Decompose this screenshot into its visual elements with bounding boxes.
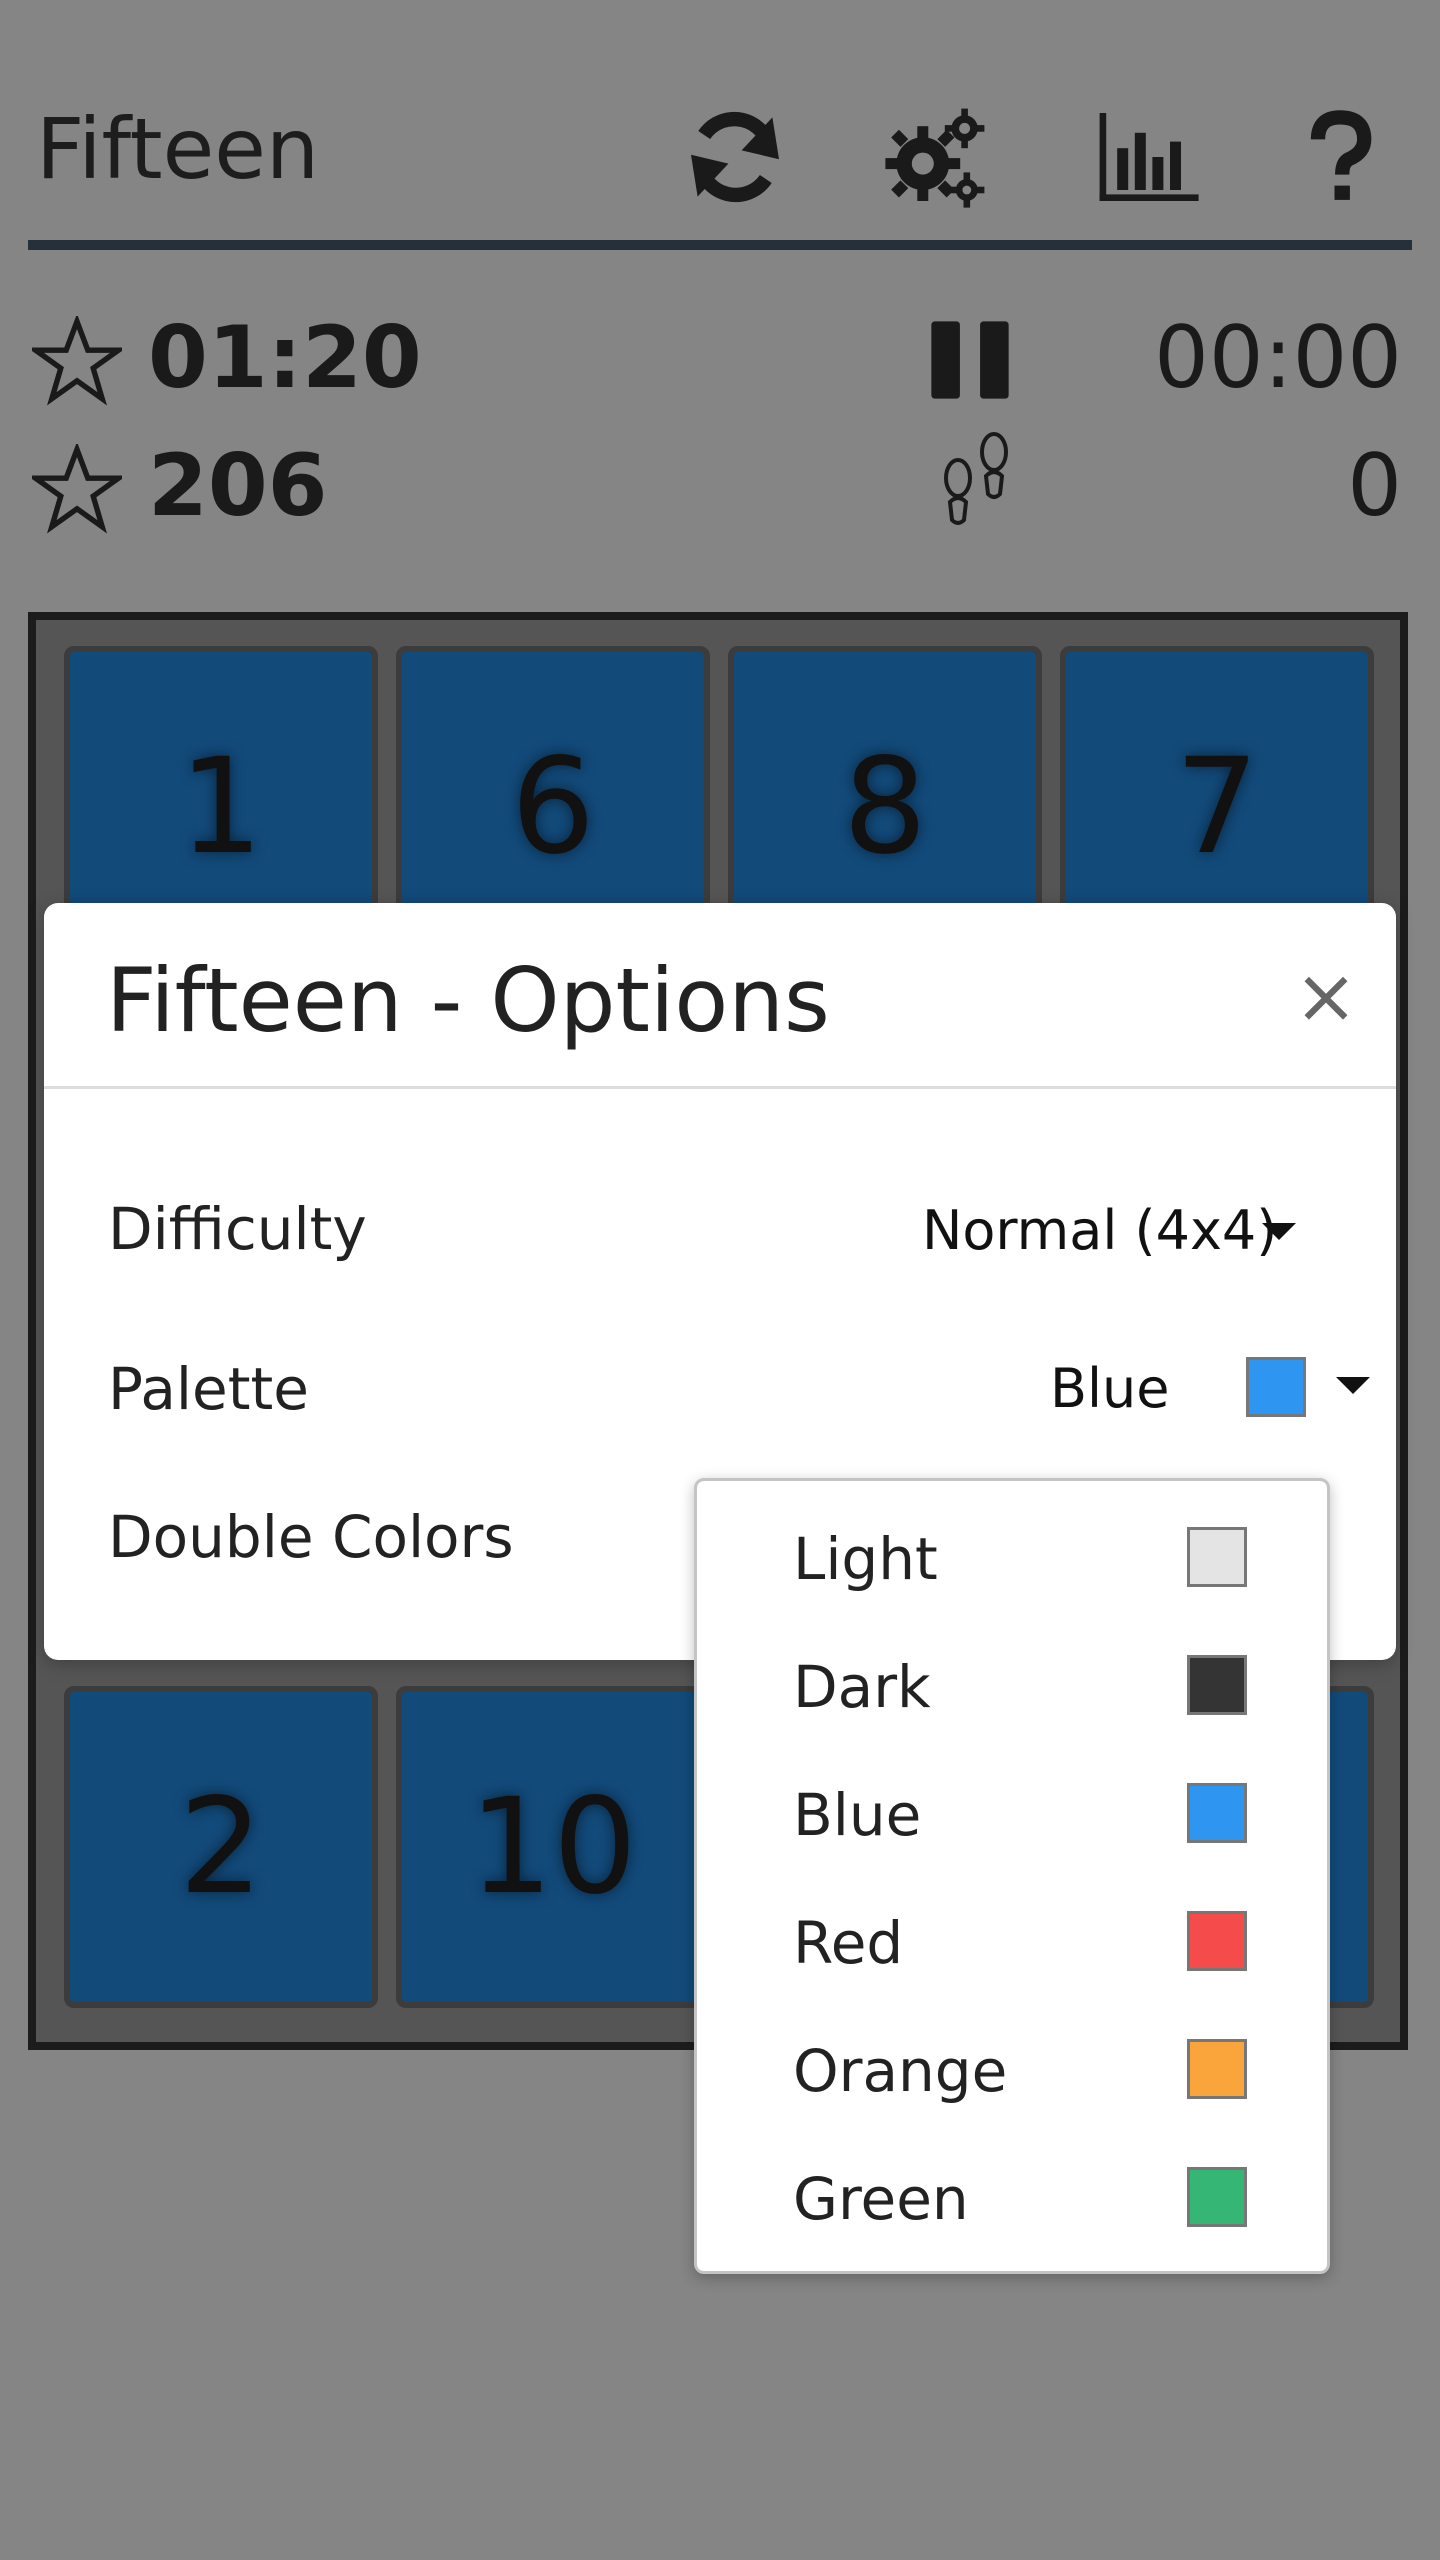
palette-option-light[interactable]: Light [697, 1503, 1327, 1613]
color-swatch [1187, 1911, 1247, 1971]
palette-option-blue[interactable]: Blue [697, 1759, 1327, 1869]
double-colors-label: Double Colors [108, 1503, 514, 1571]
palette-value: Blue [1050, 1357, 1170, 1420]
best-time-star-icon [27, 313, 127, 406]
chevron-down-icon [1336, 1377, 1370, 1394]
app-title: Fifteen [36, 100, 320, 198]
current-time: 00:00 [1154, 308, 1402, 408]
palette-option-dark[interactable]: Dark [697, 1631, 1327, 1741]
color-swatch [1187, 1783, 1247, 1843]
options-dialog-title: Fifteen - Options [106, 949, 830, 1052]
color-swatch [1187, 1655, 1247, 1715]
options-dialog-header: Fifteen - Options × [44, 903, 1396, 1089]
help-icon[interactable] [1285, 102, 1395, 212]
color-swatch [1187, 2039, 1247, 2099]
tile[interactable]: 10 [396, 1686, 710, 2008]
best-moves-star-icon [27, 441, 127, 534]
palette-option-green[interactable]: Green [697, 2143, 1327, 2253]
stats-icon[interactable] [1093, 102, 1203, 212]
difficulty-label: Difficulty [108, 1195, 367, 1263]
palette-option-orange[interactable]: Orange [697, 2015, 1327, 2125]
palette-color-swatch [1246, 1357, 1306, 1417]
footsteps-icon [936, 430, 1016, 530]
best-time: 01:20 [148, 308, 422, 408]
palette-dropdown: Light Dark Blue Red Orange Green [694, 1478, 1330, 2274]
palette-option-red[interactable]: Red [697, 1887, 1327, 1997]
palette-label: Palette [108, 1355, 309, 1423]
app-header: Fifteen [28, 60, 1412, 250]
best-moves: 206 [148, 436, 328, 536]
color-swatch [1187, 2167, 1247, 2227]
current-moves: 0 [1347, 436, 1402, 536]
chevron-down-icon [1262, 1223, 1296, 1240]
gear-icon[interactable] [881, 102, 991, 212]
tile[interactable]: 2 [64, 1686, 378, 2008]
refresh-icon[interactable] [680, 102, 790, 212]
difficulty-value: Normal (4x4) [922, 1199, 1278, 1262]
close-icon[interactable]: × [1286, 951, 1366, 1040]
pause-icon[interactable] [928, 318, 1012, 402]
color-swatch [1187, 1527, 1247, 1587]
